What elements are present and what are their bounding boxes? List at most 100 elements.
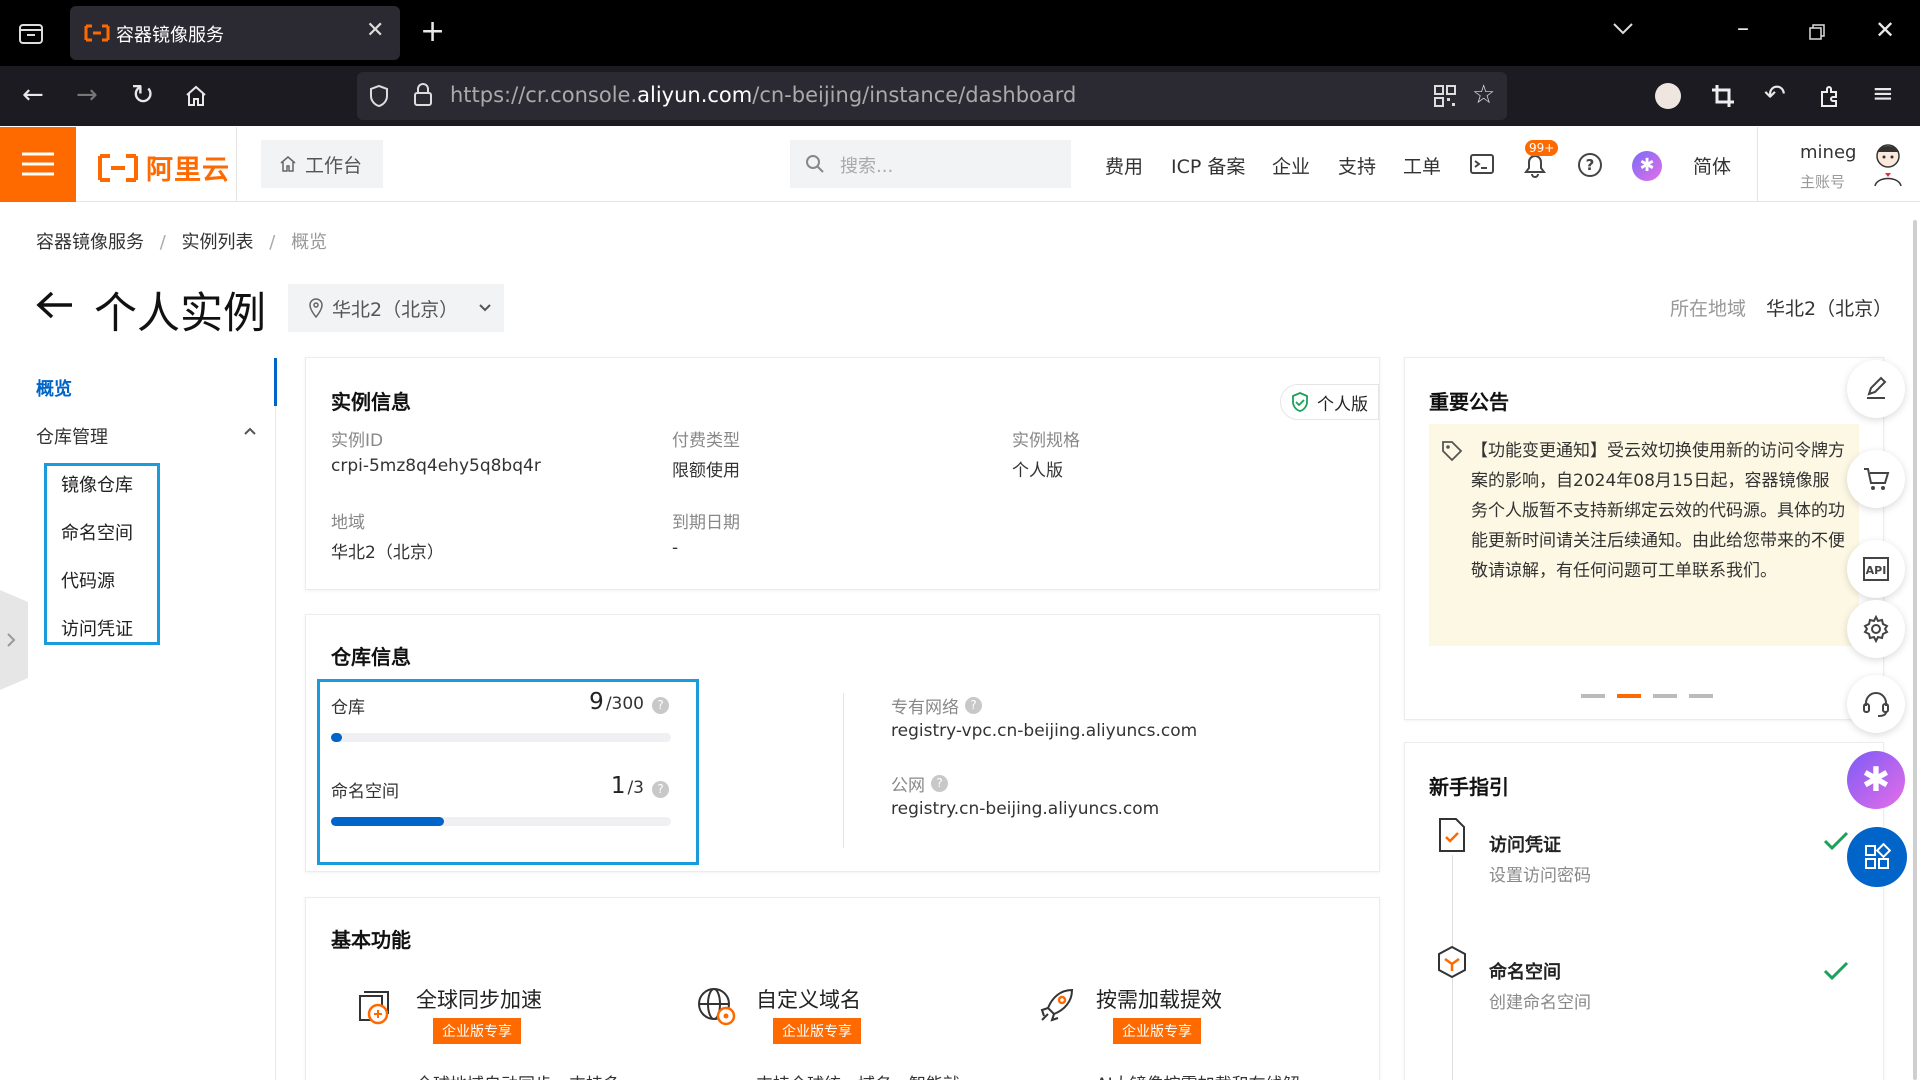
back-icon[interactable]: ← (22, 80, 44, 110)
header-link-support[interactable]: 支持 (1338, 152, 1376, 179)
carousel-dot[interactable] (1689, 694, 1713, 698)
namespace-quota-bar (331, 817, 671, 826)
menu-hamburger-icon[interactable] (0, 127, 76, 202)
page-scrollbar[interactable] (1913, 220, 1917, 1080)
chevron-up-icon[interactable] (243, 426, 257, 436)
minimize-icon[interactable]: – (1737, 14, 1749, 42)
sidebar-item-access-credentials[interactable]: 访问凭证 (61, 615, 133, 641)
sidebar-group-repo-management[interactable]: 仓库管理 (36, 423, 108, 449)
feature-item[interactable]: 自定义域名 企业版专享 支持全球统一域名，智能就 (696, 982, 996, 1080)
tab-list-chevron-icon[interactable] (1612, 22, 1634, 36)
header-link-icp[interactable]: ICP 备案 (1171, 152, 1245, 179)
user-avatar[interactable] (1867, 140, 1909, 188)
ai-assistant-icon[interactable]: ✱ (1632, 151, 1662, 181)
sidebar-item-image-repos[interactable]: 镜像仓库 (61, 471, 133, 497)
settings-gear-icon[interactable] (1847, 600, 1905, 658)
carousel-dot[interactable] (1617, 694, 1641, 698)
namespace-quota-fill (331, 817, 445, 826)
crop-icon[interactable] (1711, 84, 1735, 108)
home-icon[interactable] (184, 84, 208, 108)
workbench-label: 工作台 (305, 154, 363, 177)
console-search[interactable]: 搜索... (790, 140, 1071, 188)
url-bar[interactable]: https://cr.console.aliyun.com/cn-beijing… (357, 72, 1507, 120)
feature-item[interactable]: 按需加载提效 企业版专享 AI大镜像按需加载和在线解 (1036, 982, 1336, 1080)
help-icon[interactable]: ? (1578, 153, 1602, 177)
header-link-ticket[interactable]: 工单 (1403, 152, 1441, 179)
lock-icon[interactable] (413, 83, 433, 107)
restore-icon[interactable] (1809, 24, 1825, 40)
carousel-dot[interactable] (1581, 694, 1605, 698)
customer-service-icon[interactable] (1847, 675, 1905, 733)
aliyun-logo[interactable]: 阿里云 (96, 148, 230, 187)
sidebar-active-bar (274, 358, 277, 406)
back-arrow-icon[interactable] (36, 290, 74, 320)
carousel-dots (1581, 694, 1713, 698)
chevron-right-icon (7, 633, 16, 647)
quick-apps-grid-icon[interactable] (1847, 827, 1907, 887)
feedback-edit-icon[interactable] (1847, 360, 1905, 418)
undo-arrow-icon[interactable]: ↶ (1764, 80, 1786, 110)
sidebar-item-code-sources[interactable]: 代码源 (61, 567, 115, 593)
sidebar-collapse-handle[interactable] (0, 590, 28, 690)
notification-badge: 99+ (1525, 140, 1559, 156)
extension-avatar-icon[interactable] (1655, 83, 1681, 109)
language-switch[interactable]: 简体 (1693, 152, 1731, 179)
enterprise-tag: 企业版专享 (1113, 1018, 1201, 1044)
repo-total: /300 (605, 694, 644, 714)
browser-menu-icon[interactable]: ≡ (1872, 79, 1894, 109)
url-text[interactable]: https://cr.console.aliyun.com/cn-beijing… (450, 83, 1076, 107)
bookmark-star-icon[interactable]: ☆ (1472, 80, 1495, 110)
shopping-cart-icon[interactable] (1847, 450, 1905, 508)
qr-code-icon[interactable] (1434, 85, 1456, 107)
cube-icon (1438, 945, 1466, 979)
api-icon[interactable]: API (1847, 540, 1905, 598)
help-circle-icon[interactable]: ? (965, 697, 982, 714)
feature-item[interactable]: 全球同步加速 企业版专享 全球地域自动同步，支持多 (356, 982, 656, 1080)
feature-desc: 全球地域自动同步，支持多 (416, 1070, 620, 1080)
guide-step-name[interactable]: 命名空间 (1489, 958, 1561, 984)
check-icon (1823, 961, 1849, 981)
region-selector[interactable]: 华北2（北京） (288, 284, 504, 332)
new-tab-icon[interactable]: + (420, 14, 445, 49)
sidebar-divider (275, 358, 276, 1080)
header-link-billing[interactable]: 费用 (1105, 152, 1143, 179)
sidebar-item-overview[interactable]: 概览 (36, 375, 72, 401)
close-tab-icon[interactable]: ✕ (366, 18, 384, 43)
workbench-button[interactable]: 工作台 (261, 140, 383, 188)
guide-step-desc: 创建命名空间 (1489, 993, 1591, 1013)
field-label: 实例ID (331, 431, 384, 451)
guide-step-name[interactable]: 访问凭证 (1489, 831, 1561, 857)
instance-id-value: crpi-5mz8q4ehy5q8bq4r (331, 456, 541, 476)
repo-info-divider (843, 693, 844, 848)
sidebar-item-namespaces[interactable]: 命名空间 (61, 519, 133, 545)
help-circle-icon[interactable]: ? (931, 775, 948, 792)
carousel-dot[interactable] (1653, 694, 1677, 698)
user-name[interactable]: mineg (1800, 142, 1856, 163)
breadcrumb-item[interactable]: 实例列表 (182, 232, 254, 253)
global-sync-icon (359, 991, 389, 1025)
enterprise-tag: 企业版专享 (773, 1018, 861, 1044)
forward-icon[interactable]: → (76, 80, 98, 110)
breadcrumb-item[interactable]: 容器镜像服务 (36, 232, 144, 253)
shield-icon[interactable] (368, 84, 390, 108)
breadcrumb-item: 概览 (291, 232, 328, 253)
browser-tab[interactable]: 容器镜像服务 ✕ (70, 6, 400, 60)
guide-card: 新手指引 访问凭证 设置访问密码 命名空间 创建命名空间 (1404, 742, 1884, 1080)
close-window-icon[interactable]: ✕ (1875, 16, 1895, 44)
help-circle-icon[interactable]: ? (652, 781, 669, 798)
ai-assistant-float-icon[interactable]: ✱ (1847, 751, 1905, 809)
tab-overview-icon[interactable] (16, 18, 46, 48)
help-circle-icon[interactable]: ? (652, 697, 669, 714)
announcement-body[interactable]: 【功能变更通知】受云效切换使用新的访问令牌方案的影响，自2024年08月15日起… (1429, 424, 1859, 646)
custom-domain-icon (698, 988, 736, 1026)
repo-quota-bar (331, 733, 671, 742)
extensions-puzzle-icon[interactable] (1818, 84, 1842, 108)
header-divider (236, 127, 237, 202)
instance-spec-value: 个人版 (1012, 461, 1063, 481)
notification-bell-icon[interactable] (1524, 154, 1546, 178)
header-link-enterprise[interactable]: 企业 (1272, 152, 1310, 179)
feature-name: 全球同步加速 (416, 988, 542, 1012)
reload-icon[interactable]: ↻ (131, 78, 154, 111)
region-field-value: 华北2（北京） (331, 543, 444, 563)
cloud-shell-icon[interactable] (1470, 153, 1494, 175)
